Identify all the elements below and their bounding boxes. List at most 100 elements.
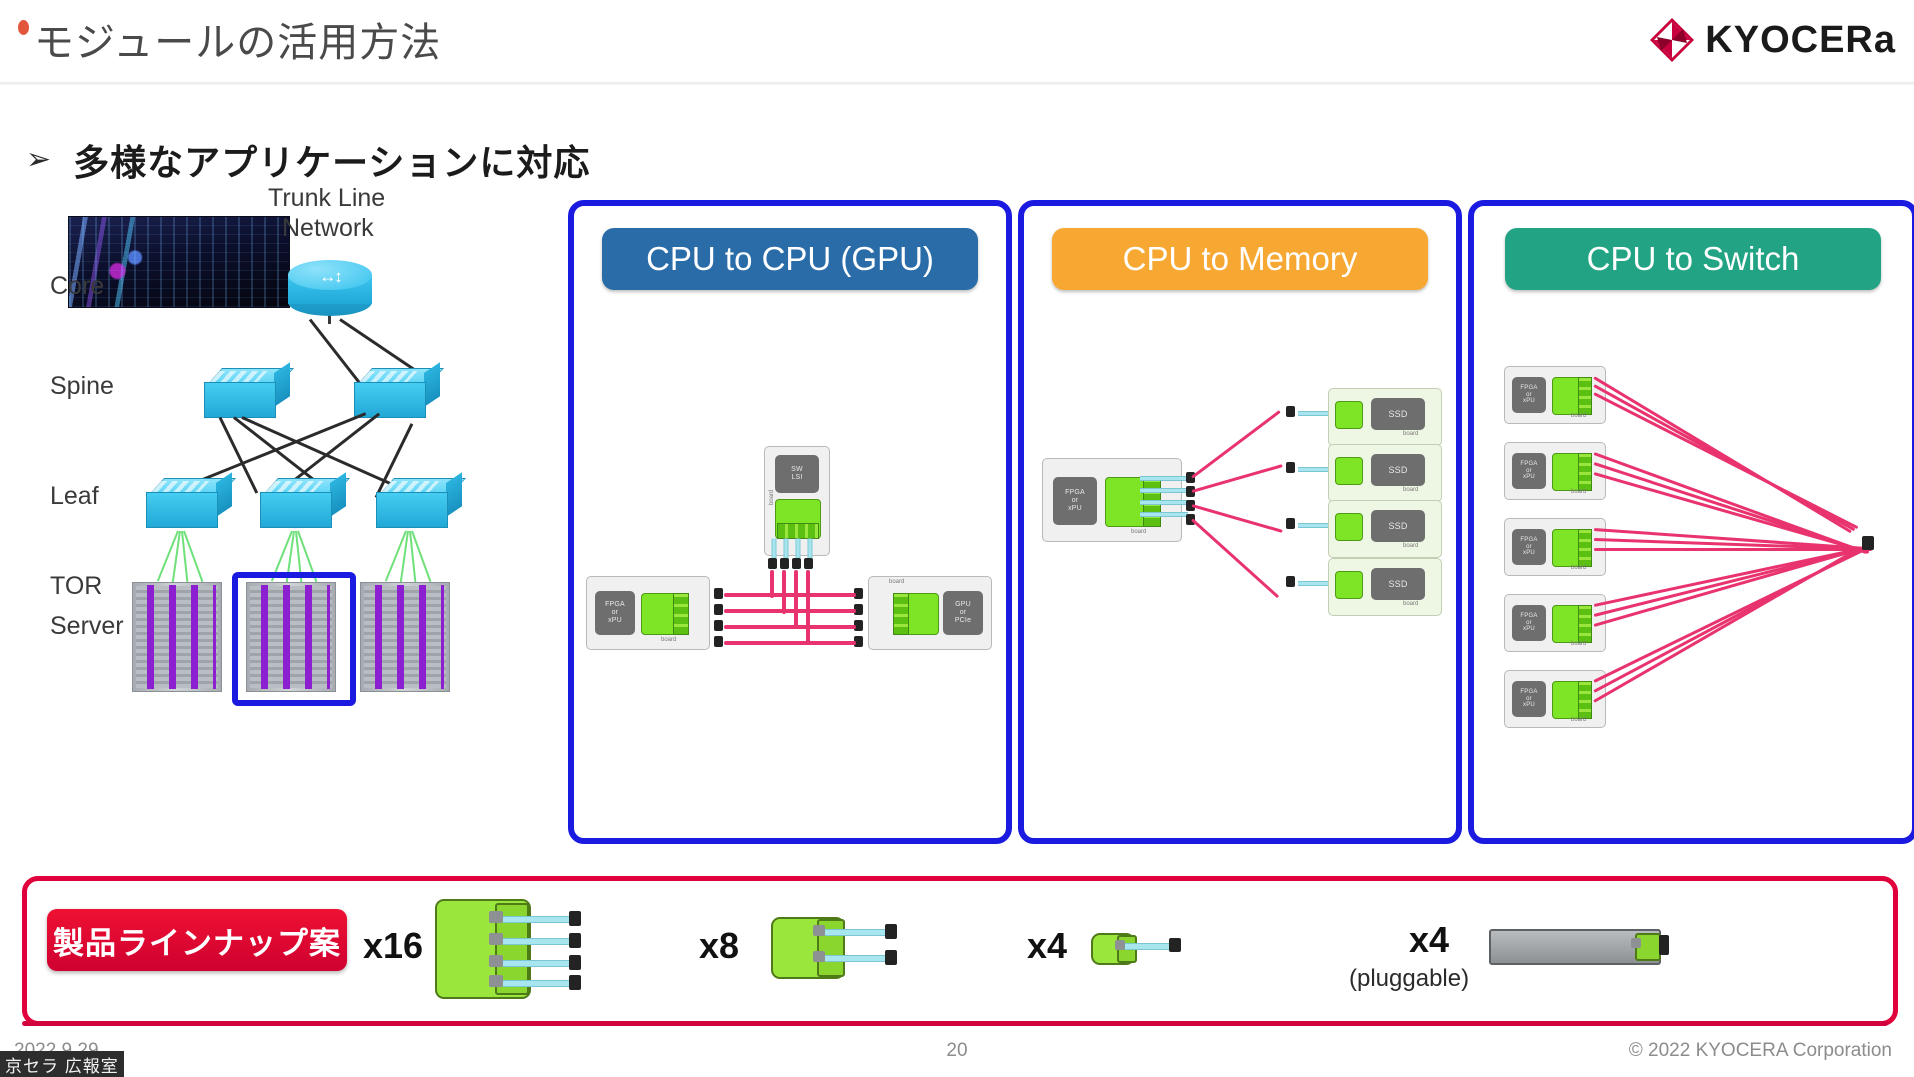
chip-gpu-pcie-right: GPU or PCIe <box>943 591 983 635</box>
footer-divider <box>22 1021 1888 1026</box>
chip-ssd-3: SSD <box>1371 510 1425 542</box>
lineup-port-1-4 <box>489 975 503 987</box>
lineup-port-2-1 <box>813 925 825 936</box>
lineup-tip-2-1 <box>885 924 897 939</box>
board-label-sw-1: board <box>1571 413 1587 419</box>
lineup-port-1-1 <box>489 911 503 923</box>
optical-module-ssd-1 <box>1335 401 1363 429</box>
cpu-card-left: FPGA or xPU board <box>586 576 710 650</box>
lineup-port-3-1 <box>1115 940 1125 950</box>
kyocera-wordmark: KYOCERa <box>1705 19 1896 61</box>
board-label-left: board <box>661 637 677 643</box>
board-label-sw-5: board <box>1571 717 1587 723</box>
connector-ssd-1 <box>1286 406 1295 417</box>
optical-module-ssd-3 <box>1335 513 1363 541</box>
lineup-port-1-2 <box>489 933 503 945</box>
panel-cpu-to-cpu[interactable]: CPU to CPU (GPU) SW LSI board FPGA or xP… <box>568 200 1012 844</box>
board-label-sw-4: board <box>1571 641 1587 647</box>
ssd-card-4: SSD board <box>1328 558 1442 616</box>
cpu-card-sw-3: FPGA or xPU board <box>1504 518 1606 576</box>
lineup-port-4-1 <box>1631 938 1641 948</box>
lineup-tip-1-3 <box>569 955 581 970</box>
fiber-ssd-3 <box>1298 523 1332 528</box>
lineup-tip-2-2 <box>885 950 897 965</box>
header-divider <box>0 82 1914 85</box>
module-ports-left <box>673 593 689 635</box>
pink-bundle-1c <box>1593 392 1859 530</box>
connector-left-4 <box>714 636 723 647</box>
video-watermark: 京セラ 広報室 <box>0 1051 124 1077</box>
lineup-tip-1-1 <box>569 911 581 926</box>
connector-left-3 <box>714 620 723 631</box>
cpu-card-sw-5: FPGA or xPU board <box>1504 670 1606 728</box>
lineup-fiber-1-3 <box>503 960 571 967</box>
lineup-fiber-1-1 <box>503 916 571 923</box>
chip-fpga-xpu-sw-4: FPGA or xPU <box>1512 605 1546 641</box>
board-label-ssd-2: board <box>1403 487 1419 493</box>
module-ports-sw-3 <box>1578 529 1592 567</box>
server-rack-1 <box>132 582 222 692</box>
panel-cpu-to-switch[interactable]: CPU to Switch FPGA or xPU board FPGA or … <box>1468 200 1914 844</box>
section-heading-label: 多様なアプリケーションに対応 <box>73 142 591 183</box>
fiber-src-4 <box>1140 512 1188 517</box>
ssd-card-2: SSD board <box>1328 444 1442 502</box>
pink-link-v-2 <box>782 570 786 614</box>
panel-title-cpu-to-memory: CPU to Memory <box>1052 228 1428 290</box>
tier-label-core: Core <box>50 272 105 300</box>
pink-bundle-5c <box>1593 548 1859 703</box>
chip-fpga-xpu-sw-5: FPGA or xPU <box>1512 681 1546 717</box>
connector-left-1 <box>714 588 723 599</box>
module-ports-sw-1 <box>1578 377 1592 415</box>
chip-fpga-xpu-source: FPGA or xPU <box>1053 477 1097 525</box>
chip-fpga-xpu-sw-1: FPGA or xPU <box>1512 377 1546 413</box>
board-label-top: board <box>769 489 775 505</box>
fiber-src-3 <box>1140 500 1188 505</box>
chip-ssd-4: SSD <box>1371 568 1425 600</box>
lineup-fiber-1-2 <box>503 938 571 945</box>
optical-module-ssd-2 <box>1335 457 1363 485</box>
cpu-card-right: GPU or PCIe board <box>868 576 992 650</box>
board-label-ssd-3: board <box>1403 543 1419 549</box>
module-ports-sw-4 <box>1578 605 1592 643</box>
fiber-ssd-2 <box>1298 467 1332 472</box>
leaf-switch-3 <box>376 472 467 532</box>
module-ports-sw-2 <box>1578 453 1592 491</box>
pink-link-v-3 <box>794 570 798 628</box>
lineup-qty-1: x16 <box>363 925 424 966</box>
connector-top-4 <box>804 558 813 569</box>
module-ports-sw-5 <box>1578 681 1592 719</box>
chip-fpga-xpu-sw-3: FPGA or xPU <box>1512 529 1546 565</box>
board-label-source: board <box>1131 529 1147 535</box>
lineup-qty-3: x4 <box>1027 925 1068 966</box>
trunk-line-label-1: Trunk Line <box>268 184 386 212</box>
lineup-fiber-3-1 <box>1125 943 1171 950</box>
arrow-bullet-icon: ➢ <box>26 143 52 176</box>
connector-left-2 <box>714 604 723 615</box>
panel-title-cpu-to-cpu: CPU to CPU (GPU) <box>602 228 978 290</box>
board-label-sw-2: board <box>1571 489 1587 495</box>
lineup-fiber-1-4 <box>503 980 571 987</box>
chip-ssd-1: SSD <box>1371 398 1425 430</box>
product-lineup-box: 製品ラインナップ案 x16 x8 x4 x4 (pluggable) <box>22 876 1898 1026</box>
connector-ssd-4 <box>1286 576 1295 587</box>
trunk-line-label-2: Network <box>282 214 374 242</box>
module-ports-right <box>893 593 909 635</box>
fiber-src-2 <box>1140 488 1188 493</box>
section-heading: ➢ 多様なアプリケーションに対応 <box>26 134 590 186</box>
datacenter-network-diagram: Trunk Line Network Core Spine Leaf TOR S… <box>28 184 548 840</box>
kyocera-logo-mark-icon <box>1650 18 1695 62</box>
tier-label-server: Server <box>50 612 124 640</box>
spine-switch-2 <box>354 362 445 422</box>
leaf-switch-1 <box>146 472 237 532</box>
panel-title-cpu-to-switch: CPU to Switch <box>1505 228 1881 290</box>
lineup-tip-1-4 <box>569 975 581 990</box>
module-ports-top <box>777 523 819 539</box>
lineup-fiber-2-1 <box>825 929 887 936</box>
pink-link-h-2 <box>724 609 856 613</box>
panel-cpu-to-memory[interactable]: CPU to Memory FPGA or xPU board SSD boar… <box>1018 200 1462 844</box>
core-router-node: ↔↕ <box>288 260 372 316</box>
leaf-switch-2 <box>260 472 351 532</box>
lineup-tip-4-1 <box>1659 935 1669 955</box>
pink-link-h-4 <box>724 641 856 645</box>
slide-root: モジュールの活用方法 KYOCERa ➢ 多様なアプリケーションに対応 Trun… <box>0 0 1914 1077</box>
